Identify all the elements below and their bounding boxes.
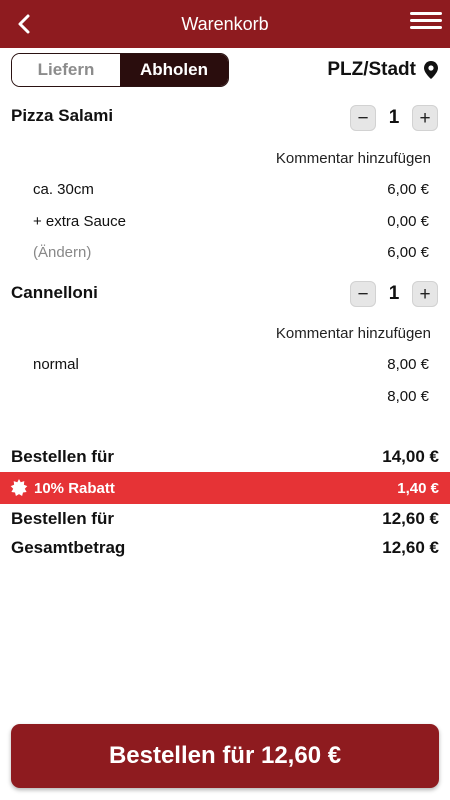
line-label: ca. 30cm — [33, 181, 94, 198]
line-label: + extra Sauce — [33, 213, 126, 230]
badge-star-icon — [10, 479, 28, 496]
cart-item-line: + extra Sauce 0,00 € — [33, 213, 429, 230]
increase-quantity-button[interactable]: + — [412, 281, 438, 307]
location-selector[interactable]: PLZ/Stadt — [327, 56, 438, 84]
edit-item-link[interactable]: (Ändern) — [33, 244, 91, 261]
menu-button[interactable] — [410, 10, 442, 38]
back-button[interactable] — [8, 8, 40, 40]
location-label: PLZ/Stadt — [327, 59, 416, 80]
line-price: 6,00 € — [387, 244, 429, 261]
discount-banner: 10% Rabatt 1,40 € — [0, 472, 450, 504]
line-price: 8,00 € — [387, 356, 429, 373]
subtotal-row: Bestellen für 14,00 € — [11, 447, 439, 467]
tab-liefern[interactable]: Liefern — [12, 54, 120, 86]
line-price: 0,00 € — [387, 213, 429, 230]
add-comment-link[interactable]: Kommentar hinzufügen — [276, 325, 431, 342]
discount-label: 10% Rabatt — [34, 479, 115, 497]
add-comment-link[interactable]: Kommentar hinzufügen — [276, 150, 431, 167]
cart-item-name: Pizza Salami — [11, 106, 114, 125]
cart-item-line: ca. 30cm 6,00 € — [33, 181, 429, 198]
subtotal-label: Bestellen für — [11, 447, 114, 466]
subtotal-value: 14,00 € — [382, 447, 439, 466]
cart-item-line: 8,00 € — [33, 388, 429, 405]
hamburger-menu-icon — [410, 12, 442, 15]
grand-total-value: 12,60 € — [382, 538, 439, 557]
discounted-total-label: Bestellen für — [11, 509, 114, 528]
line-price: 6,00 € — [387, 181, 429, 198]
checkout-button[interactable]: Bestellen für 12,60 € — [11, 724, 439, 788]
quantity-stepper: − 1 + — [350, 105, 438, 131]
grand-total-row: Gesamtbetrag 12,60 € — [11, 538, 439, 558]
page-title: Warenkorb — [181, 14, 269, 34]
decrease-quantity-button[interactable]: − — [350, 281, 376, 307]
discounted-total-value: 12,60 € — [382, 509, 439, 528]
location-pin-icon — [424, 61, 438, 79]
chevron-left-icon — [18, 14, 30, 34]
tab-abholen[interactable]: Abholen — [120, 54, 228, 86]
quantity-value: 1 — [388, 283, 400, 304]
increase-quantity-button[interactable]: + — [412, 105, 438, 131]
discounted-total-row: Bestellen für 12,60 € — [11, 509, 439, 529]
line-label: normal — [33, 356, 79, 373]
app-header: Warenkorb — [0, 0, 450, 48]
grand-total-label: Gesamtbetrag — [11, 538, 126, 557]
quantity-stepper: − 1 + — [350, 281, 438, 307]
quantity-value: 1 — [388, 107, 400, 128]
decrease-quantity-button[interactable]: − — [350, 105, 376, 131]
cart-item-line: normal 8,00 € — [33, 356, 429, 373]
discount-value: 1,40 € — [397, 479, 439, 497]
cart-item-line: (Ändern) 6,00 € — [33, 244, 429, 261]
delivery-mode-toggle: Liefern Abholen — [11, 53, 229, 87]
cart-item-name: Cannelloni — [11, 283, 98, 302]
line-price: 8,00 € — [387, 388, 429, 405]
